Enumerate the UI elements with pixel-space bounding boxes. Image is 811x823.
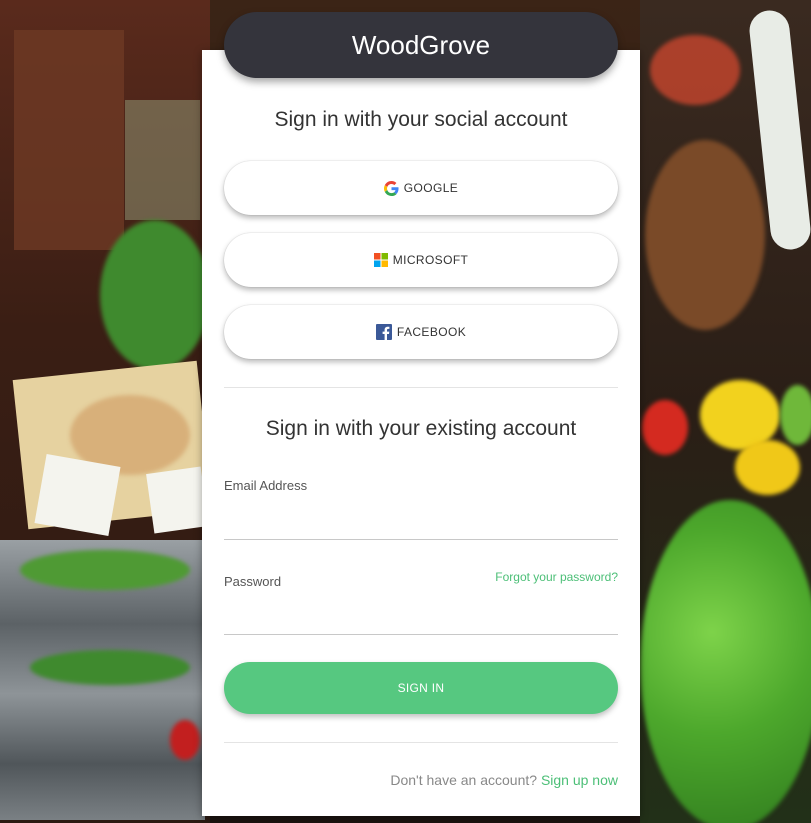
signup-prompt-text: Don't have an account? (390, 772, 538, 788)
bg-pepper-red (642, 400, 688, 455)
microsoft-label: MICROSOFT (392, 253, 469, 267)
bg-pepper-yellow (735, 440, 800, 495)
local-heading: Sign in with your existing account (265, 417, 577, 440)
email-label: Email Address (224, 478, 308, 493)
bg-spinach (640, 500, 811, 823)
bg-greens (100, 220, 210, 370)
google-signin-button[interactable]: GOOGLE (224, 161, 618, 215)
microsoft-icon (373, 253, 388, 267)
forgot-password-link[interactable]: Forgot your password? (495, 570, 618, 584)
brand-title: WoodGrove (351, 29, 491, 60)
facebook-signin-button[interactable]: FACEBOOK (224, 305, 618, 359)
bg-greens (30, 650, 190, 685)
bg-greens (20, 550, 190, 590)
microsoft-signin-button[interactable]: MICROSOFT (224, 233, 618, 287)
password-label: Password (224, 574, 282, 589)
facebook-icon (375, 324, 392, 340)
google-icon (383, 180, 399, 196)
password-field[interactable] (224, 608, 618, 635)
bg-label-card (34, 454, 121, 536)
bg-pepper-green (780, 385, 811, 445)
bg-tomato (170, 720, 200, 760)
facebook-label: FACEBOOK (396, 325, 467, 339)
bg-shelf (125, 100, 200, 220)
brand-banner: WoodGrove (224, 12, 618, 78)
social-heading: Sign in with your social account (274, 108, 568, 131)
sign-up-link[interactable]: Sign up now (541, 772, 618, 788)
bg-shelf (14, 30, 124, 250)
bg-label-card (146, 466, 209, 534)
google-label: GOOGLE (403, 181, 459, 195)
bg-ribbon (650, 35, 740, 105)
signup-prompt: Don't have an account? Sign up now (390, 772, 618, 788)
sign-in-button[interactable]: SIGN IN (224, 662, 618, 714)
divider (224, 387, 618, 388)
divider (224, 742, 618, 743)
bg-basket (645, 140, 765, 330)
email-field[interactable] (224, 513, 618, 540)
